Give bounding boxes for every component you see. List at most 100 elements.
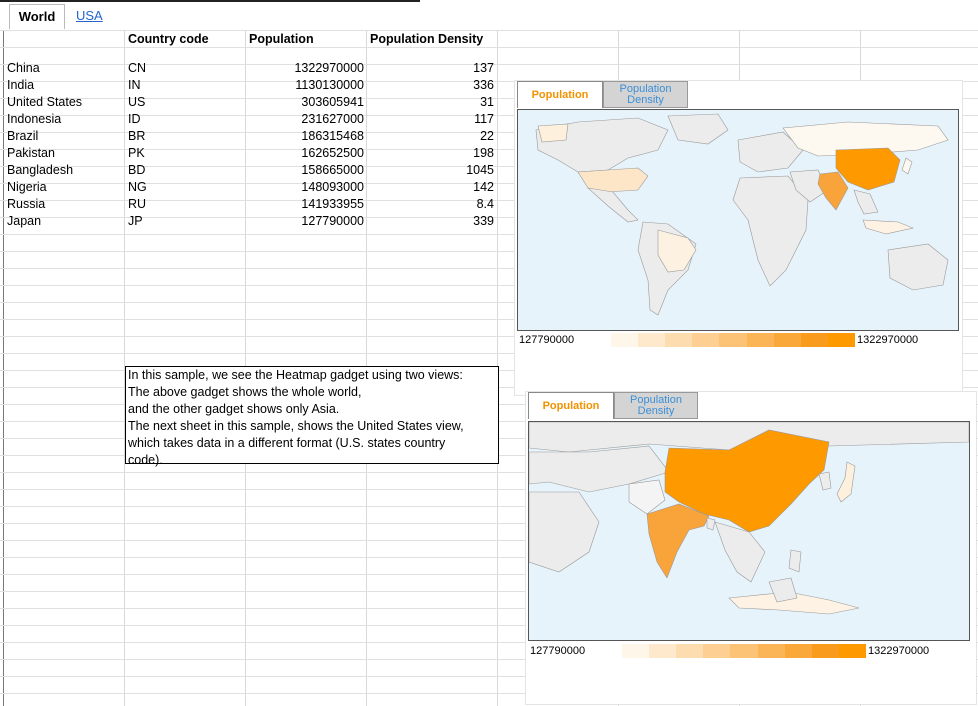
- cell-population[interactable]: 162652500: [247, 145, 364, 162]
- japan-shape: [901, 157, 913, 175]
- tab-label-line: Density: [637, 405, 675, 417]
- india-shape: [646, 503, 710, 579]
- cell-country-code[interactable]: RU: [128, 196, 243, 213]
- gadget-tab-population-density[interactable]: Population Density: [603, 81, 688, 108]
- australia-shape: [887, 243, 949, 291]
- cell-country[interactable]: India: [7, 77, 122, 94]
- legend-color-scale: [611, 333, 855, 347]
- cell-country-code[interactable]: US: [128, 94, 243, 111]
- legend-step: [784, 644, 812, 658]
- cell-population-density[interactable]: 31: [368, 94, 494, 111]
- se-asia-shape: [853, 189, 879, 215]
- legend-step: [757, 644, 785, 658]
- cell-population-density[interactable]: 339: [368, 213, 494, 230]
- cell-country-code[interactable]: IN: [128, 77, 243, 94]
- legend-step: [649, 644, 677, 658]
- asia-map[interactable]: [528, 421, 970, 641]
- cell-country[interactable]: China: [7, 60, 122, 77]
- tab-usa[interactable]: USA: [76, 4, 103, 28]
- header-population[interactable]: Population: [249, 31, 364, 48]
- cell-country-code[interactable]: BD: [128, 162, 243, 179]
- note-line: The next sheet in this sample, shows the…: [128, 419, 464, 433]
- note-line: In this sample, we see the Heatmap gadge…: [128, 368, 463, 382]
- gadget-tab-population-density[interactable]: Population Density: [614, 392, 698, 419]
- cell-population[interactable]: 1130130000: [247, 77, 364, 94]
- alaska-shape: [537, 123, 569, 143]
- africa-shape: [732, 175, 809, 287]
- legend-step: [838, 644, 866, 658]
- cell-population-density[interactable]: 142: [368, 179, 494, 196]
- cell-population-density[interactable]: 1045: [368, 162, 494, 179]
- legend-step: [811, 644, 839, 658]
- legend-step: [800, 333, 828, 347]
- cell-population[interactable]: 186315468: [247, 128, 364, 145]
- title-remnant: [0, 0, 420, 2]
- cell-population[interactable]: 1322970000: [247, 60, 364, 77]
- gadget-tab-population[interactable]: Population: [528, 392, 614, 419]
- world-map-svg: [535, 113, 949, 316]
- cell-population[interactable]: 148093000: [247, 179, 364, 196]
- legend-step: [622, 644, 650, 658]
- heatmap-gadget-asia[interactable]: Population Population Density 127790000 …: [525, 391, 977, 705]
- legend-step: [703, 644, 731, 658]
- tab-world[interactable]: World: [9, 4, 65, 29]
- cell-country[interactable]: United States: [7, 94, 122, 111]
- philippines-shape: [788, 549, 802, 573]
- note-line: and the other gadget shows only Asia.: [128, 402, 340, 416]
- cell-population-density[interactable]: 336: [368, 77, 494, 94]
- cell-population[interactable]: 127790000: [247, 213, 364, 230]
- cell-country[interactable]: Pakistan: [7, 145, 122, 162]
- pakistan-shape: [628, 479, 666, 515]
- header-country-code[interactable]: Country code: [128, 31, 243, 48]
- legend-step: [746, 333, 774, 347]
- india-shape: [817, 171, 849, 211]
- indonesia-shape: [862, 219, 915, 235]
- middle-east-shape: [529, 491, 600, 573]
- cell-population[interactable]: 303605941: [247, 94, 364, 111]
- legend-step: [611, 333, 639, 347]
- legend-step: [827, 333, 855, 347]
- cell-country[interactable]: Brazil: [7, 128, 122, 145]
- cell-country-code[interactable]: JP: [128, 213, 243, 230]
- cell-population[interactable]: 231627000: [247, 111, 364, 128]
- legend-step: [692, 333, 720, 347]
- cell-population[interactable]: 158665000: [247, 162, 364, 179]
- legend-min-value: 127790000: [530, 645, 586, 657]
- legend-max-value: 1322970000: [868, 645, 930, 657]
- cell-country-code[interactable]: CN: [128, 60, 243, 77]
- cell-population-density[interactable]: 198: [368, 145, 494, 162]
- legend-step: [665, 333, 693, 347]
- header-population-density[interactable]: Population Density: [370, 31, 495, 48]
- japan-shape: [836, 461, 856, 503]
- greenland-shape: [667, 113, 729, 145]
- cell-country-code[interactable]: ID: [128, 111, 243, 128]
- cell-country[interactable]: Bangladesh: [7, 162, 122, 179]
- cell-country-code[interactable]: PK: [128, 145, 243, 162]
- cell-country-code[interactable]: BR: [128, 128, 243, 145]
- note-line: code).: [128, 453, 163, 467]
- cell-country[interactable]: Japan: [7, 213, 122, 230]
- gadget-tab-population[interactable]: Population: [517, 81, 603, 108]
- legend-color-scale: [622, 644, 866, 658]
- cell-country[interactable]: Russia: [7, 196, 122, 213]
- cell-population-density[interactable]: 117: [368, 111, 494, 128]
- legend-min-value: 127790000: [519, 334, 575, 346]
- cell-country[interactable]: Nigeria: [7, 179, 122, 196]
- sheet-tab-bar: World USA: [0, 0, 978, 30]
- legend-step: [638, 333, 666, 347]
- cell-country-code[interactable]: NG: [128, 179, 243, 196]
- legend-max-value: 1322970000: [857, 334, 919, 346]
- cell-population-density[interactable]: 8.4: [368, 196, 494, 213]
- legend-step: [719, 333, 747, 347]
- sample-description-note: In this sample, we see the Heatmap gadge…: [125, 366, 499, 467]
- world-map[interactable]: [517, 109, 959, 331]
- cell-population[interactable]: 141933955: [247, 196, 364, 213]
- cell-country[interactable]: Indonesia: [7, 111, 122, 128]
- cell-population-density[interactable]: 137: [368, 60, 494, 77]
- se-asia-shape: [714, 521, 766, 583]
- cell-population-density[interactable]: 22: [368, 128, 494, 145]
- legend-step: [730, 644, 758, 658]
- korea-shape: [818, 471, 832, 491]
- note-line: which takes data in a different format (…: [128, 436, 446, 450]
- heatmap-gadget-world[interactable]: Population Population Density 127790000 …: [514, 80, 963, 396]
